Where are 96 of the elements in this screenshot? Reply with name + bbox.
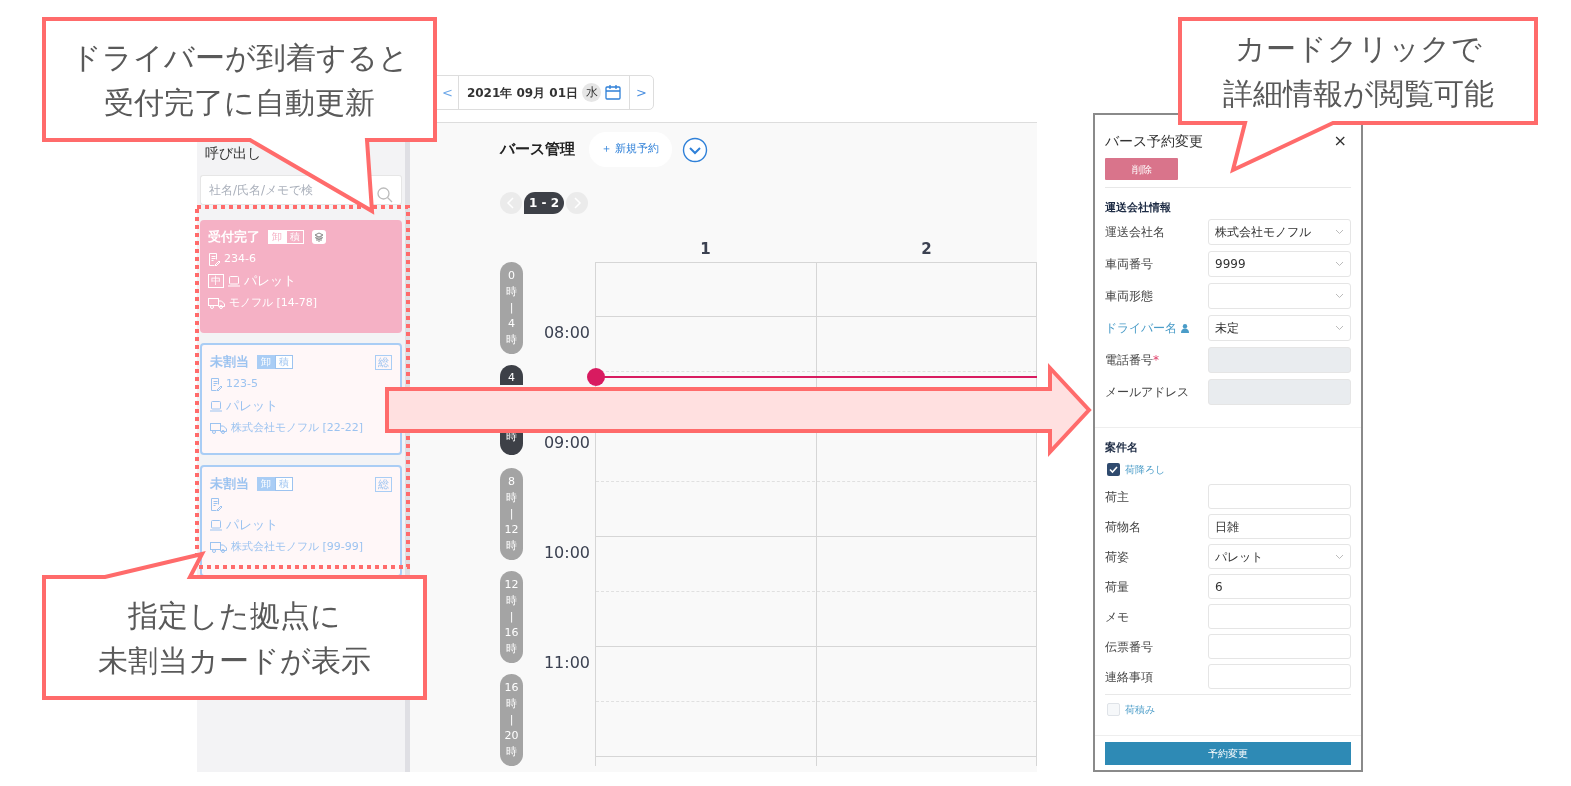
submit-button[interactable]: 予約変更 (1105, 742, 1351, 765)
chevron-down-icon (1335, 293, 1344, 299)
field-label: 車両番号 (1105, 257, 1153, 271)
slip-number: 123-5 (226, 376, 258, 392)
delete-button[interactable]: 削除 (1105, 158, 1178, 180)
chevron-down-icon (1335, 261, 1344, 267)
size-label: 中 (208, 274, 224, 288)
tag-chip: 卸 (257, 477, 275, 491)
page-range-label: 1 - 2 (524, 192, 565, 214)
input-field[interactable] (1208, 379, 1351, 405)
truck-icon (210, 541, 227, 553)
select-field[interactable]: 未定 (1208, 315, 1351, 341)
time-label: 11:00 (543, 653, 590, 672)
status-label: 未割当 (210, 476, 249, 492)
document-icon (208, 252, 220, 266)
truck-icon (208, 297, 225, 309)
chevron-down-icon (1335, 325, 1344, 331)
tag-chip: 卸 (268, 230, 286, 244)
time-range-tab[interactable]: 12 時 | 16 時 (500, 571, 523, 663)
tag-chip: 卸 (257, 355, 275, 369)
callout-text: 指定した拠点に 未割当カードが表示 (98, 596, 371, 680)
checkbox-label: 荷降ろし (1125, 462, 1165, 477)
calendar-icon (605, 85, 622, 100)
time-label: 08:00 (543, 323, 590, 342)
field-label: 伝票番号 (1105, 639, 1153, 654)
callout-text: カードクリックで 詳細情報が閲覧可能 (1222, 30, 1494, 113)
monitor-icon (210, 400, 222, 412)
input-field[interactable] (1208, 664, 1351, 689)
column-header: 2 (920, 239, 933, 260)
status-label: 受付完了 (208, 229, 260, 245)
truck-icon (210, 422, 227, 434)
time-range-tab[interactable]: 0 時 | 4 時 (500, 262, 523, 354)
time-range-tab[interactable]: 8 時 | 12 時 (500, 468, 523, 560)
field-label: 電話番号* (1105, 353, 1159, 367)
sidebar-title: 呼び出し (204, 145, 262, 161)
field-label: 車両形態 (1105, 289, 1153, 303)
weekday-label: 水 (582, 83, 602, 102)
input-field[interactable]: 日雑 (1208, 514, 1351, 539)
time-label: 09:00 (543, 433, 590, 452)
status-label: 未割当 (210, 354, 249, 370)
time-range-tab[interactable]: 4 (500, 365, 523, 385)
date-picker-button[interactable]: 2021年 09月 01日 水 (458, 76, 630, 109)
carrier-label: 株式会社モノフル [99-99] (231, 539, 364, 555)
input-field[interactable] (1208, 634, 1351, 659)
field-label: メモ (1105, 609, 1129, 624)
field-label: メールアドレス (1105, 385, 1189, 399)
chevron-down-icon[interactable] (681, 136, 708, 163)
page-title: バース管理 (500, 139, 575, 161)
input-field[interactable] (1208, 347, 1351, 373)
close-button[interactable]: × (1329, 132, 1351, 150)
new-booking-button[interactable]: ＋ 新規予約 (589, 132, 672, 167)
field-label: ドライバー名 (1105, 320, 1177, 337)
callout-text: ドライバーが到着すると 受付完了に自動更新 (70, 38, 409, 122)
date-label: 2021年 09月 01日 (466, 84, 579, 102)
select-field[interactable]: 9999 (1208, 251, 1351, 277)
input-field[interactable]: 6 (1208, 574, 1351, 599)
chevron-down-icon (1335, 229, 1344, 235)
stack-icon (312, 230, 326, 244)
time-label: 10:00 (543, 543, 590, 562)
person-icon (1181, 323, 1189, 333)
checkbox[interactable] (1107, 702, 1120, 716)
cargo-label: パレット (244, 273, 296, 289)
checkbox-label: 荷積み (1125, 702, 1155, 717)
select-field[interactable]: 株式会社モノフル (1208, 219, 1351, 245)
monitor-icon (228, 275, 240, 287)
document-icon (210, 377, 222, 391)
field-label: 荷物名 (1105, 519, 1141, 534)
field-label: 荷姿 (1105, 549, 1129, 564)
badge-label: 総 (375, 354, 392, 370)
cargo-label: パレット (226, 398, 278, 414)
dialog-title: バース予約変更 (1105, 132, 1203, 150)
carrier-label: 株式会社モノフル [22-22] (231, 420, 364, 436)
carrier-label: モノフル [14-78] (229, 295, 318, 311)
time-range-tab[interactable]: 16 時 | 20 時 (500, 674, 523, 766)
monitor-icon (210, 519, 222, 531)
column-header: 1 (699, 239, 712, 260)
section-heading: 案件名 (1105, 441, 1139, 455)
tag-chip: 積 (275, 355, 293, 369)
field-label: 連絡事項 (1105, 669, 1153, 684)
select-field[interactable]: パレット (1208, 544, 1351, 569)
slip-number: 234-6 (224, 251, 256, 267)
tag-chip: 積 (275, 477, 293, 491)
tag-chip: 積 (286, 230, 304, 244)
select-field[interactable] (1208, 283, 1351, 309)
document-icon (210, 498, 222, 511)
field-label: 運送会社名 (1105, 225, 1165, 239)
field-label: 荷量 (1105, 579, 1129, 594)
input-field[interactable] (1208, 484, 1351, 509)
field-label: 荷主 (1105, 489, 1129, 504)
cargo-label: パレット (226, 517, 278, 533)
checkbox[interactable] (1107, 462, 1120, 476)
chevron-down-icon (1335, 553, 1344, 560)
input-field[interactable] (1208, 604, 1351, 629)
section-heading: 運送会社情報 (1105, 201, 1172, 215)
badge-label: 総 (375, 476, 392, 492)
next-date-button[interactable]: > (629, 76, 653, 109)
